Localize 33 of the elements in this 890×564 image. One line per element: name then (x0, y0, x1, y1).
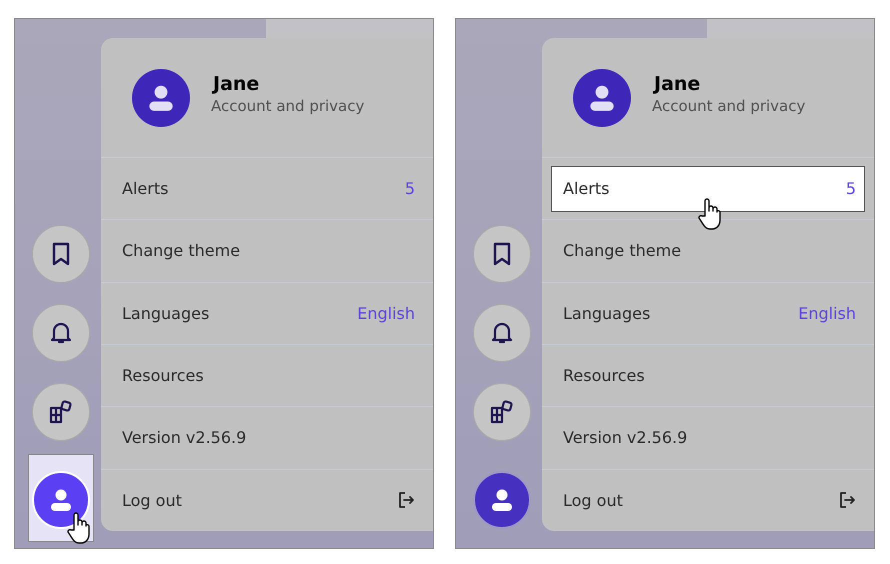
person-icon (147, 84, 175, 112)
menu-item[interactable]: Languages English (110, 290, 424, 336)
menu-item[interactable]: Version v2.56.9 (551, 414, 865, 461)
item-value: 5 (404, 179, 415, 198)
apps-icon (49, 400, 73, 424)
hand-cursor-icon (698, 196, 722, 231)
menu-item[interactable]: Alerts 5 (110, 166, 424, 212)
hand-cursor-icon (67, 511, 91, 545)
logout-icon (838, 491, 856, 510)
menu-item[interactable]: Change theme (110, 228, 424, 274)
menu-item[interactable]: Languages English (551, 290, 865, 336)
account-subtitle: Account and privacy (652, 96, 806, 114)
menu-item[interactable]: Resources (551, 352, 865, 399)
menu-item[interactable]: Change theme (551, 228, 865, 274)
bookmark-icon (51, 242, 71, 266)
person-icon (588, 84, 616, 112)
item-value: English (798, 304, 856, 323)
person-icon (490, 488, 514, 512)
menu-item[interactable]: Log out (551, 477, 865, 524)
bell-icon (491, 321, 513, 345)
account-subtitle: Account and privacy (211, 96, 364, 114)
user-name: Jane (213, 72, 260, 94)
bookmark-icon (492, 242, 512, 266)
apps-icon (490, 400, 514, 424)
user-name: Jane (654, 72, 702, 94)
person-icon (49, 488, 73, 512)
menu-item[interactable]: Resources (110, 352, 424, 399)
item-value: English (357, 304, 415, 323)
menu-item[interactable]: Version v2.56.9 (110, 414, 424, 461)
bell-icon (50, 321, 72, 345)
item-value: 5 (846, 179, 856, 198)
menu-item[interactable]: Log out (110, 477, 424, 524)
logout-icon (397, 491, 415, 510)
